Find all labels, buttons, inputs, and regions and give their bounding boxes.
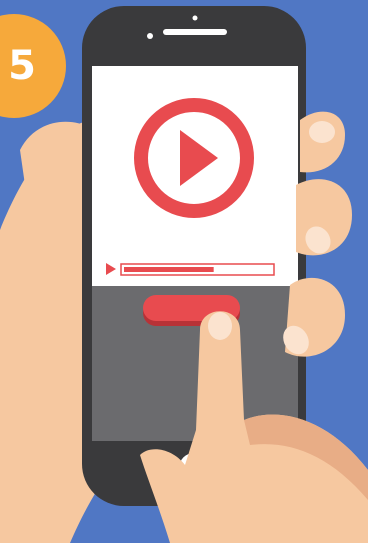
- phone-sensor: [192, 15, 198, 21]
- tutorial-illustration: 5: [0, 0, 368, 543]
- progress-fill: [124, 267, 214, 272]
- phone-camera: [147, 33, 153, 39]
- pointing-fingernail: [208, 312, 232, 340]
- phone-speaker: [163, 29, 227, 35]
- step-number: 5: [8, 43, 36, 89]
- right-nail-top: [309, 121, 335, 143]
